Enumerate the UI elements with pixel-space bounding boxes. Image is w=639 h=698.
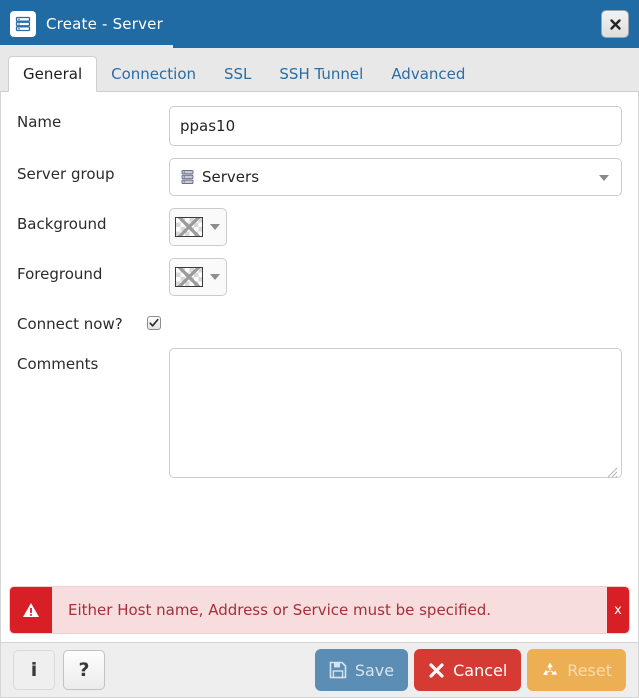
dialog-tabs: General Connection SSL SSH Tunnel Advanc… xyxy=(0,48,639,92)
dialog-titlebar: Create - Server xyxy=(0,0,639,48)
info-button[interactable]: i xyxy=(13,650,55,690)
tab-general[interactable]: General xyxy=(8,56,98,92)
background-color-picker[interactable] xyxy=(169,208,227,246)
cancel-button[interactable]: Cancel xyxy=(414,649,522,691)
checkmark-icon xyxy=(149,318,159,327)
background-label: Background xyxy=(17,215,107,233)
field-row-connect-now: Connect now? xyxy=(17,308,622,336)
chevron-down-icon xyxy=(210,274,220,280)
name-input[interactable] xyxy=(169,106,622,146)
server-group-label: Server group xyxy=(17,165,115,183)
name-label: Name xyxy=(17,113,62,131)
field-row-foreground: Foreground xyxy=(17,258,622,296)
reset-button[interactable]: Reset xyxy=(527,649,626,691)
comments-label: Comments xyxy=(17,354,99,373)
cancel-button-label: Cancel xyxy=(453,660,508,680)
save-button-label: Save xyxy=(354,660,395,680)
close-button[interactable] xyxy=(601,10,629,38)
close-icon xyxy=(609,18,621,30)
alert-zone: Either Host name, Address or Service mus… xyxy=(0,586,639,642)
x-mark-icon xyxy=(429,662,444,678)
create-server-dialog: Create - Server General Connection SSL S… xyxy=(0,0,639,698)
foreground-label: Foreground xyxy=(17,265,103,283)
color-swatch-none-icon xyxy=(175,217,203,237)
chevron-down-icon xyxy=(599,175,609,181)
chevron-down-icon xyxy=(210,224,220,230)
tab-advanced[interactable]: Advanced xyxy=(377,56,479,92)
help-button[interactable]: ? xyxy=(63,650,105,690)
general-tab-panel: Name Server group Servers xyxy=(0,92,639,586)
comments-textarea[interactable] xyxy=(169,347,622,478)
connect-now-checkbox[interactable] xyxy=(147,316,161,330)
server-group-value: Servers xyxy=(202,168,260,186)
tab-ssh-tunnel[interactable]: SSH Tunnel xyxy=(265,56,377,92)
field-row-background: Background xyxy=(17,208,622,246)
recycle-icon xyxy=(543,662,558,676)
error-message: Either Host name, Address or Service mus… xyxy=(68,601,492,619)
field-row-name: Name xyxy=(17,106,622,146)
dialog-title: Create - Server xyxy=(46,15,163,33)
alert-close-button[interactable]: x xyxy=(607,587,629,633)
title-underline xyxy=(0,45,173,48)
tab-ssl[interactable]: SSL xyxy=(210,56,265,92)
connect-now-label: Connect now? xyxy=(17,315,123,333)
server-group-icon xyxy=(181,170,194,185)
field-row-server-group: Server group Servers xyxy=(17,158,622,196)
server-rack-icon xyxy=(10,11,36,37)
warning-triangle-icon xyxy=(10,587,52,633)
tab-connection[interactable]: Connection xyxy=(97,56,210,92)
reset-button-label: Reset xyxy=(567,660,612,680)
field-row-comments: Comments xyxy=(17,347,622,482)
foreground-color-picker[interactable] xyxy=(169,258,227,296)
server-group-select[interactable]: Servers xyxy=(169,158,622,196)
error-alert: Either Host name, Address or Service mus… xyxy=(9,586,630,634)
color-swatch-none-icon xyxy=(175,267,203,287)
floppy-disk-icon xyxy=(329,661,347,679)
dialog-footer: i ? Save Cancel Reset xyxy=(0,642,639,698)
save-button[interactable]: Save xyxy=(314,649,409,691)
